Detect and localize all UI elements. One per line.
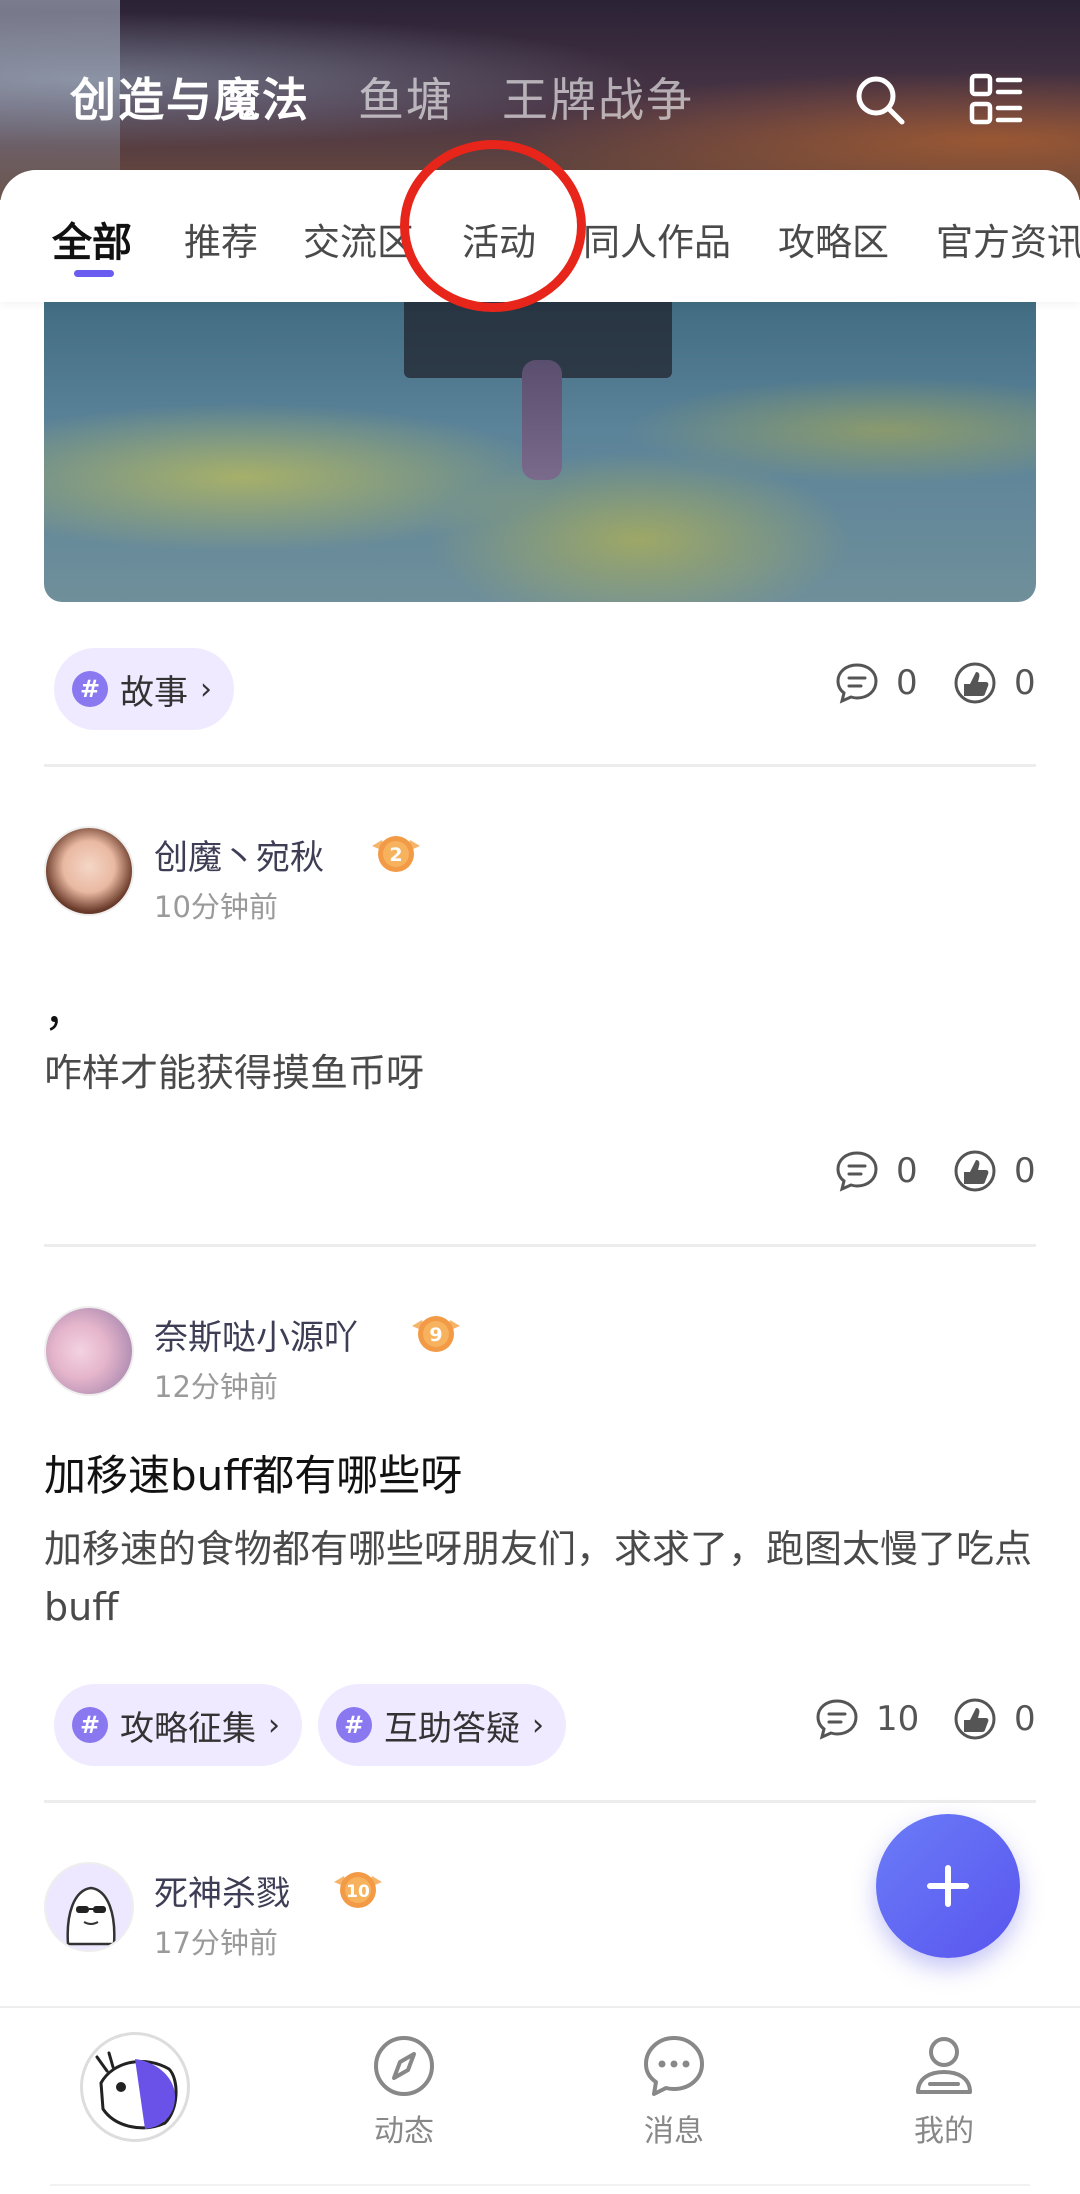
- tab-exchange[interactable]: 交流区: [303, 212, 414, 266]
- like-count: 0: [1014, 1699, 1036, 1739]
- post-body[interactable]: 咋样才能获得摸鱼币呀: [44, 1044, 1044, 1102]
- nav-messages[interactable]: 消息: [594, 2032, 754, 2150]
- hashtag-icon: #: [72, 1707, 108, 1743]
- post-time: 10分钟前: [154, 890, 278, 924]
- post-body[interactable]: 加移速的食物都有哪些呀朋友们，求求了，跑图太慢了吃点buff: [44, 1520, 1044, 1636]
- tag-label: 故事: [120, 672, 188, 713]
- username[interactable]: 创魔丶宛秋: [154, 830, 324, 879]
- nav-label: 消息: [644, 2114, 704, 2149]
- avatar[interactable]: [44, 826, 134, 916]
- game-tab-creation-magic[interactable]: 创造与魔法: [70, 64, 310, 130]
- home-logo-button[interactable]: [80, 2032, 190, 2142]
- tab-guides[interactable]: 攻略区: [778, 212, 889, 266]
- chevron-right-icon: ›: [200, 671, 212, 707]
- person-icon: [916, 2037, 972, 2094]
- avatar[interactable]: [44, 1862, 134, 1952]
- tag-chip-guide-collection[interactable]: # 攻略征集 ›: [54, 1684, 302, 1766]
- comment-icon: [836, 1151, 878, 1192]
- post-title[interactable]: ，: [44, 978, 86, 1039]
- like-stat[interactable]: 0: [952, 660, 1036, 706]
- comment-stat[interactable]: 0: [834, 660, 918, 706]
- chevron-right-icon: ›: [532, 1707, 544, 1743]
- nav-profile[interactable]: 我的: [864, 2032, 1024, 2150]
- like-count: 0: [1014, 663, 1036, 703]
- tab-recommend[interactable]: 推荐: [184, 212, 258, 266]
- nav-label: 动态: [374, 2114, 434, 2149]
- comment-stat[interactable]: 0: [834, 1148, 918, 1194]
- like-stat[interactable]: 0: [952, 1696, 1036, 1742]
- comment-count: 10: [876, 1699, 920, 1739]
- comment-count: 0: [896, 663, 918, 703]
- post-divider: [44, 764, 1036, 767]
- comment-stat[interactable]: 10: [814, 1696, 919, 1742]
- bottom-nav: 动态 消息 我的: [0, 2006, 1080, 2194]
- hashtag-icon: #: [72, 671, 108, 707]
- highlight-circle: [400, 140, 586, 312]
- avatar[interactable]: [44, 1306, 134, 1396]
- game-tab-ace-war[interactable]: 王牌战争: [502, 64, 694, 130]
- like-count: 0: [1014, 1151, 1036, 1191]
- post-time: 12分钟前: [154, 1370, 278, 1404]
- create-post-button[interactable]: [876, 1814, 1020, 1958]
- game-tab-fish-pond[interactable]: 鱼塘: [358, 64, 454, 130]
- like-icon: [954, 1150, 996, 1192]
- post-divider: [44, 1800, 1036, 1803]
- search-icon[interactable]: [852, 72, 908, 128]
- like-icon: [954, 662, 996, 704]
- post-image[interactable]: [44, 300, 1036, 602]
- comment-count: 0: [896, 1151, 918, 1191]
- post-divider: [44, 1244, 1036, 1247]
- like-stat[interactable]: 0: [952, 1148, 1036, 1194]
- tag-chip-mutual-help[interactable]: # 互助答疑 ›: [318, 1684, 566, 1766]
- comment-icon: [836, 663, 878, 704]
- comment-icon: [816, 1699, 858, 1740]
- level-badge-icon: 9: [412, 1316, 460, 1352]
- like-icon: [954, 1698, 996, 1740]
- username[interactable]: 死神杀戮: [154, 1866, 290, 1915]
- tag-chip-story[interactable]: # 故事 ›: [54, 648, 234, 730]
- post-time: 17分钟前: [154, 1926, 278, 1960]
- plus-icon: [927, 1865, 969, 1907]
- level-number: 2: [389, 844, 402, 866]
- active-tab-indicator: [74, 270, 114, 277]
- fish-logo-icon: [95, 2051, 178, 2130]
- game-character: [522, 360, 562, 480]
- tag-label: 互助答疑: [384, 1708, 520, 1749]
- username[interactable]: 奈斯哒小源吖: [154, 1310, 358, 1359]
- tab-official-news[interactable]: 官方资讯: [936, 212, 1080, 266]
- sunglasses-face-icon: [66, 1886, 116, 1946]
- chevron-right-icon: ›: [268, 1707, 280, 1743]
- tab-all[interactable]: 全部: [52, 210, 132, 268]
- nav-feed[interactable]: 动态: [324, 2032, 484, 2150]
- tag-label: 攻略征集: [120, 1708, 256, 1749]
- grid-menu-icon[interactable]: [968, 72, 1024, 128]
- post-title[interactable]: 加移速buff都有哪些呀: [44, 1442, 462, 1503]
- hashtag-icon: #: [336, 1707, 372, 1743]
- level-badge-icon: 10: [334, 1872, 382, 1908]
- post-feed[interactable]: # 故事 › 0 0 创魔丶宛秋 2 10分钟前 ， 咋样才能获得摸鱼币呀 0 …: [0, 300, 1080, 2006]
- game-tabs: 创造与魔法 鱼塘 王牌战争: [70, 64, 694, 130]
- level-badge-icon: 2: [372, 836, 420, 872]
- level-number: 9: [429, 1324, 442, 1346]
- level-number: 10: [346, 1882, 370, 1902]
- tab-fan-works[interactable]: 同人作品: [583, 212, 731, 266]
- chat-bubble-icon: [644, 2036, 704, 2096]
- nav-label: 我的: [914, 2114, 974, 2149]
- compass-icon: [374, 2036, 434, 2096]
- home-indicator: [50, 2184, 1030, 2186]
